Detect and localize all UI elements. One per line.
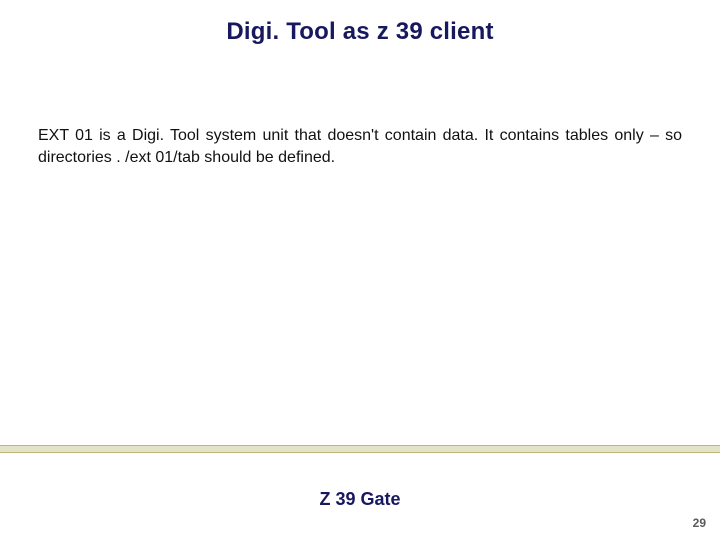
body-paragraph: EXT 01 is a Digi. Tool system unit that … (38, 125, 682, 168)
page-number: 29 (693, 516, 706, 530)
footer: DigiTool Z 39 Gate Ex Libris 29 (0, 451, 720, 540)
footer-title: Z 39 Gate (0, 489, 720, 510)
slide-title: Digi. Tool as z 39 client (0, 18, 720, 46)
slide: Digi. Tool as z 39 client EXT 01 is a Di… (0, 0, 720, 540)
